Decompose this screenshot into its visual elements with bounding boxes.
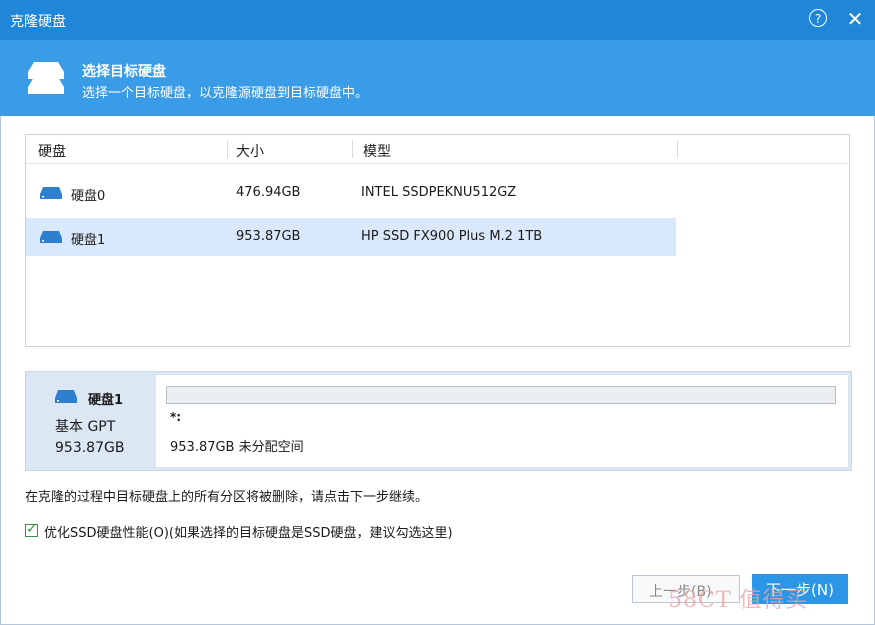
- disks-icon: [28, 62, 64, 94]
- partition-label: *:: [170, 410, 182, 424]
- column-divider: [227, 140, 228, 158]
- hard-disk-icon: [55, 390, 77, 403]
- table-header: 硬盘 大小 模型: [26, 135, 849, 164]
- disk-model: INTEL SSDPEKNU512GZ: [361, 185, 517, 200]
- optimize-ssd-label[interactable]: 优化SSD硬盘性能(O)(如果选择的目标硬盘是SSD硬盘，建议勾选这里): [44, 522, 453, 541]
- detail-disk-type: 基本 GPT: [55, 419, 116, 435]
- column-divider: [677, 140, 678, 158]
- disk-detail-panel: 硬盘1 基本 GPT 953.87GB *: 953.87GB 未分配空间: [25, 371, 852, 471]
- disk-model: HP SSD FX900 Plus M.2 1TB: [361, 229, 543, 244]
- partition-area[interactable]: *: 953.87GB 未分配空间: [156, 375, 848, 467]
- warning-text: 在克隆的过程中目标硬盘上的所有分区将被删除，请点击下一步继续。: [25, 490, 429, 505]
- column-header-disk[interactable]: 硬盘: [38, 141, 66, 161]
- disk-size: 953.87GB: [236, 229, 301, 244]
- partition-bar[interactable]: [166, 386, 836, 404]
- column-header-model[interactable]: 模型: [363, 141, 391, 161]
- column-divider: [352, 140, 353, 158]
- header-subtitle: 选择一个目标硬盘，以克隆源硬盘到目标硬盘中。: [82, 86, 369, 101]
- disk-name: 硬盘1: [71, 233, 106, 248]
- optimize-ssd-checkbox[interactable]: ✓: [25, 521, 38, 537]
- detail-disk-size: 953.87GB: [55, 440, 125, 456]
- disk-table: 硬盘 大小 模型 硬盘0 476.94GB INTEL SSDPEKNU512G…: [25, 134, 850, 347]
- hard-disk-icon: [40, 231, 62, 243]
- table-row[interactable]: 硬盘0 476.94GB INTEL SSDPEKNU512GZ: [26, 174, 676, 212]
- disk-size: 476.94GB: [236, 185, 301, 200]
- help-icon[interactable]: ?: [809, 9, 827, 27]
- partition-info: 953.87GB 未分配空间: [170, 440, 304, 455]
- header-banner: 选择目标硬盘 选择一个目标硬盘，以克隆源硬盘到目标硬盘中。: [0, 40, 875, 116]
- column-header-size[interactable]: 大小: [236, 141, 264, 161]
- window-title: 克隆硬盘: [10, 14, 66, 30]
- check-icon: ✓: [26, 521, 38, 537]
- title-bar: 克隆硬盘 ? ✕: [0, 0, 875, 40]
- watermark: 58CT 值得买: [668, 588, 809, 613]
- close-icon[interactable]: ✕: [845, 7, 865, 31]
- disk-name: 硬盘0: [71, 189, 106, 204]
- detail-disk-name: 硬盘1: [88, 393, 124, 408]
- table-row-selected[interactable]: 硬盘1 953.87GB HP SSD FX900 Plus M.2 1TB: [26, 218, 676, 256]
- hard-disk-icon: [40, 187, 62, 199]
- header-title: 选择目标硬盘: [82, 64, 166, 80]
- disk-summary[interactable]: 硬盘1 基本 GPT 953.87GB: [26, 372, 154, 470]
